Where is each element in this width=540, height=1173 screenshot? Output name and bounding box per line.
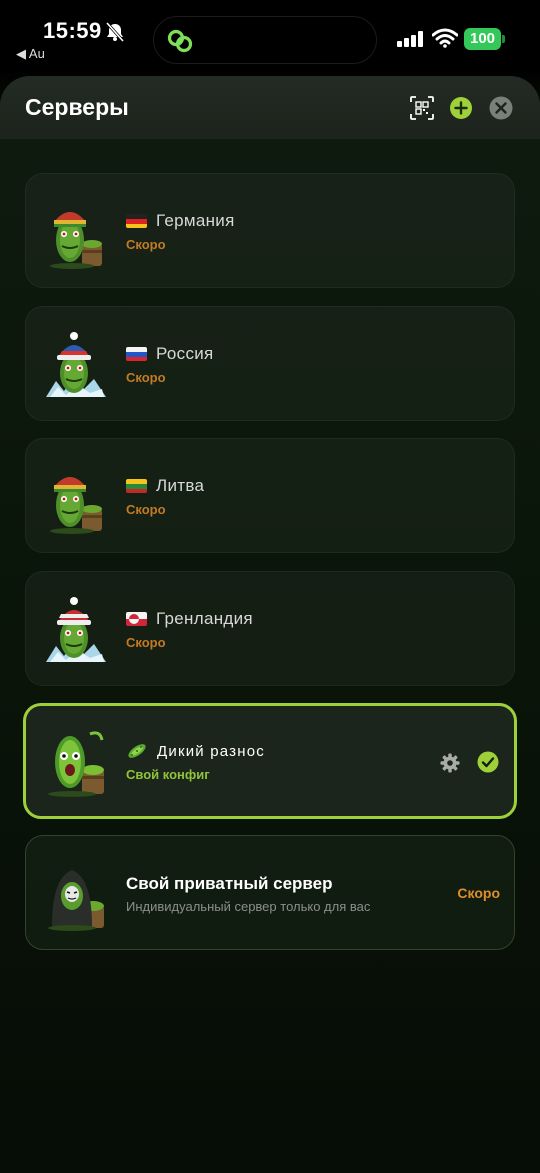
server-card-russia[interactable]: Россия Скоро	[25, 306, 515, 421]
server-name-row: Дикий разнос	[126, 741, 265, 761]
cucumber-rasta-hat-avatar	[50, 212, 102, 269]
server-card-lithuania[interactable]: Литва Скоро	[25, 438, 515, 553]
signal-icon	[397, 31, 423, 47]
gear-icon[interactable]	[440, 753, 460, 773]
status-time: 15:59	[43, 18, 102, 43]
server-name-row: Литва	[126, 476, 204, 496]
app-screen: 15:59 ◀ Au 100 Серверы Германия Скоро Ро…	[0, 0, 540, 1173]
flag-ru-icon	[126, 347, 147, 361]
flag-lt-icon	[126, 479, 147, 493]
close-icon[interactable]	[489, 96, 513, 120]
flag-gl-icon	[126, 612, 147, 626]
server-card-active[interactable]: Дикий разнос Свой конфиг	[23, 703, 517, 819]
flag-de-icon	[126, 214, 147, 228]
dynamic-island	[153, 16, 377, 64]
cucumber-icon	[128, 744, 146, 758]
qr-scan-icon[interactable]	[410, 96, 434, 120]
server-name-row: Гренландия	[126, 609, 253, 629]
cucumber-hooded-avatar	[48, 870, 104, 931]
private-server-title: Свой приватный сервер	[126, 874, 333, 893]
server-name: Литва	[156, 476, 205, 495]
server-status: Скоро	[126, 237, 166, 252]
server-name-row: Россия	[126, 344, 214, 364]
cucumber-winter-hat-avatar	[46, 597, 106, 662]
server-config-label: Свой конфиг	[126, 767, 210, 782]
server-card-greenland[interactable]: Гренландия Скоро	[25, 571, 515, 686]
server-status: Скоро	[126, 370, 166, 385]
server-name: Дикий разнос	[157, 742, 265, 760]
bell-off-icon	[105, 22, 125, 42]
status-bar: 15:59 ◀ Au 100	[0, 0, 540, 72]
cucumber-rasta-hat-avatar	[50, 477, 102, 534]
back-to-app-link[interactable]: ◀ Au	[16, 46, 45, 62]
private-server-card[interactable]: Свой приватный сервер Индивидуальный сер…	[25, 835, 515, 950]
cucumber-winter-hat-avatar	[46, 332, 106, 397]
plus-icon[interactable]	[449, 96, 473, 120]
page-title: Серверы	[25, 94, 129, 120]
check-icon[interactable]	[477, 751, 499, 773]
battery-icon: 100	[464, 28, 505, 50]
server-status: Скоро	[126, 502, 166, 517]
battery-tip	[502, 35, 505, 43]
private-server-subtitle: Индивидуальный сервер только для вас	[126, 899, 371, 914]
app-logo-icon	[167, 29, 193, 53]
server-name: Германия	[156, 211, 235, 230]
private-server-status: Скоро	[457, 885, 500, 901]
server-card-germany[interactable]: Германия Скоро	[25, 173, 515, 288]
wifi-icon	[432, 28, 458, 48]
battery-level: 100	[464, 28, 501, 50]
server-name-row: Германия	[126, 211, 235, 231]
server-name: Россия	[156, 344, 214, 363]
cucumber-screaming-avatar	[48, 731, 104, 797]
server-status: Скоро	[126, 635, 166, 650]
server-name: Гренландия	[156, 609, 253, 628]
sheet-header: Серверы	[0, 76, 540, 139]
